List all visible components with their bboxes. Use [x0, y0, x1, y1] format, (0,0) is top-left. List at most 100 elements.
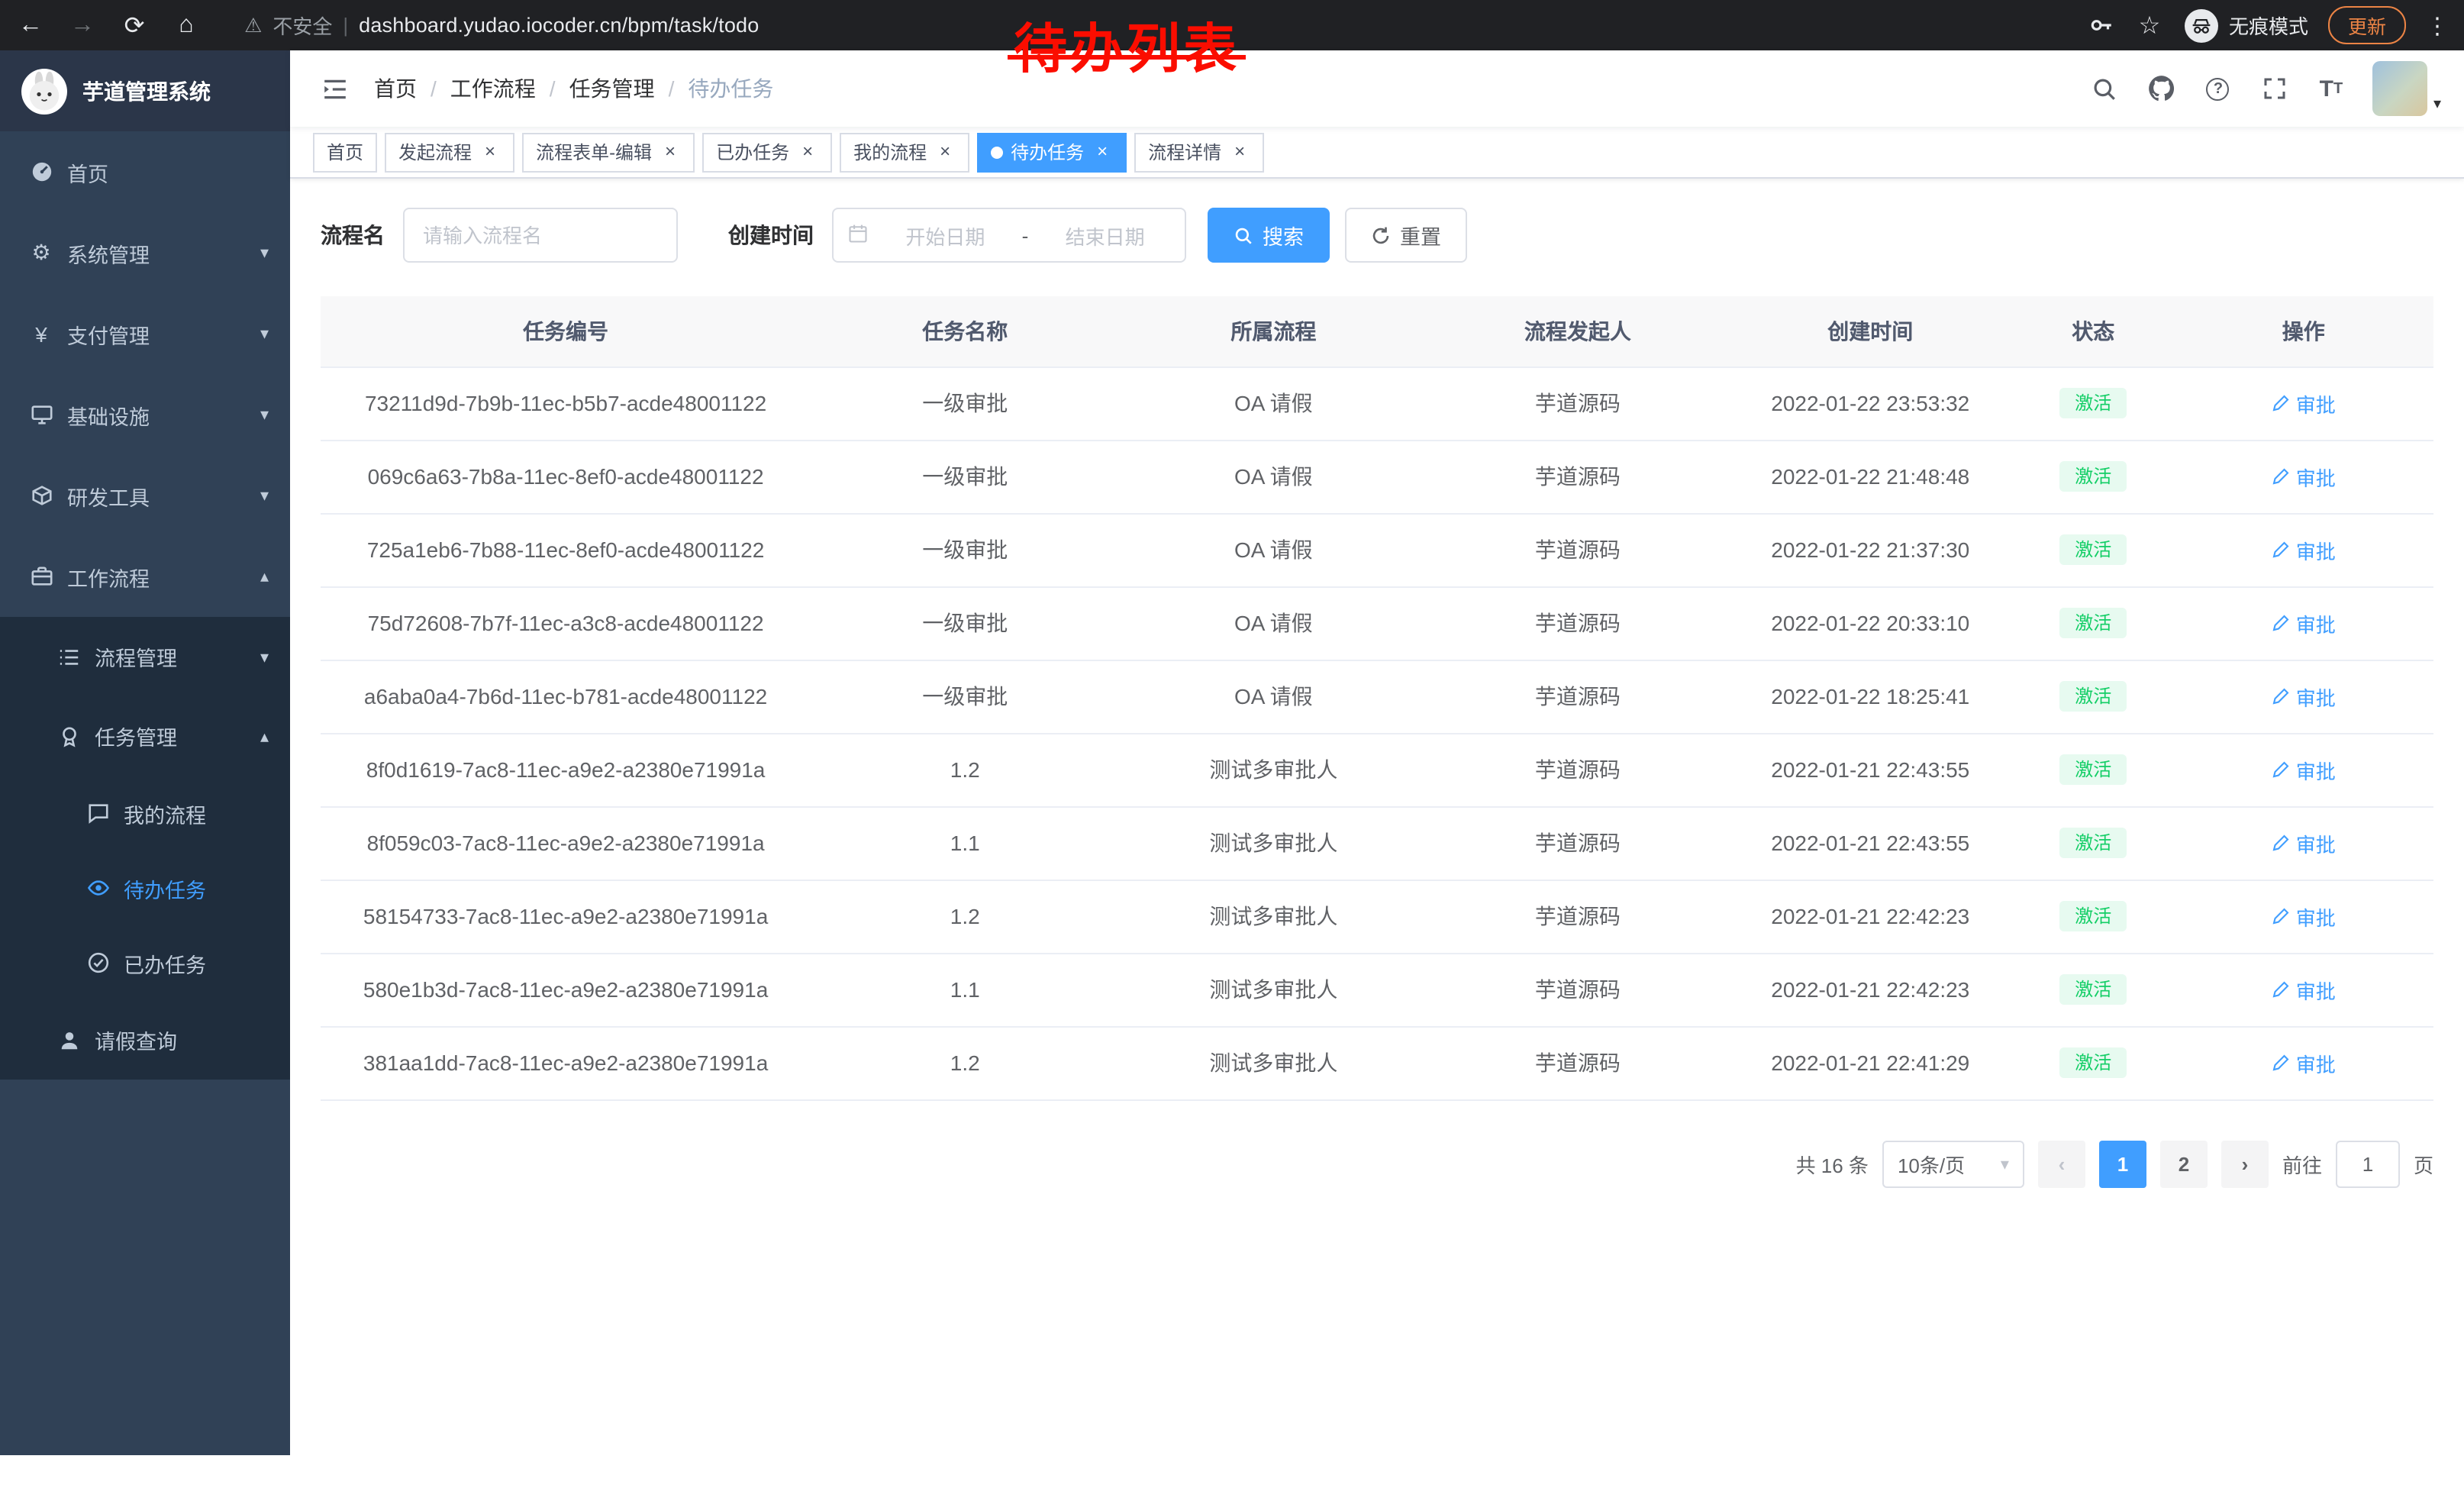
browser-refresh-icon[interactable]: ⟳	[119, 10, 150, 40]
browser-update-button[interactable]: 更新	[2328, 6, 2406, 44]
breadcrumb: 首页 / 工作流程 / 任务管理 / 待办任务	[374, 73, 773, 104]
prev-page-button[interactable]: ‹	[2038, 1140, 2085, 1187]
sidebar-item-label: 我的流程	[124, 798, 269, 828]
tab-close-icon[interactable]: ×	[1229, 141, 1250, 163]
approve-link[interactable]: 审批	[2272, 975, 2336, 1004]
sidebar-item-home[interactable]: 首页	[0, 131, 290, 212]
goto-page-input[interactable]	[2336, 1140, 2400, 1187]
page-size-select[interactable]: 10条/页 ▾	[1882, 1140, 2024, 1187]
calendar-icon	[847, 222, 869, 248]
search-button[interactable]: 搜索	[1208, 208, 1330, 263]
incognito-icon	[2185, 8, 2218, 42]
tab-close-icon[interactable]: ×	[479, 141, 501, 163]
tab-1[interactable]: 发起流程 ×	[385, 132, 514, 172]
tab-close-icon[interactable]: ×	[934, 141, 956, 163]
github-icon[interactable]	[2146, 73, 2177, 104]
browser-forward-icon[interactable]: →	[67, 11, 98, 39]
cell-created-time: 2022-01-21 22:43:55	[1727, 806, 2013, 880]
logo[interactable]: 芋道管理系统	[0, 50, 290, 131]
tab-3[interactable]: 已办任务 ×	[702, 132, 832, 172]
approve-label: 审批	[2296, 828, 2336, 857]
tab-0[interactable]: 首页	[313, 132, 377, 172]
tab-close-icon[interactable]: ×	[1092, 141, 1113, 163]
approve-link[interactable]: 审批	[2272, 902, 2336, 931]
browser-back-icon[interactable]: ←	[15, 11, 46, 39]
tab-label: 发起流程	[398, 139, 472, 165]
tab-close-icon[interactable]: ×	[797, 141, 818, 163]
sidebar-item-process-mgmt[interactable]: 流程管理 ▾	[0, 617, 290, 696]
start-date-placeholder[interactable]: 开始日期	[879, 221, 1011, 250]
cell-initiator: 芋道源码	[1427, 440, 1727, 513]
status-badge: 激活	[2059, 608, 2127, 638]
approve-link[interactable]: 审批	[2272, 755, 2336, 784]
tab-2[interactable]: 流程表单-编辑 ×	[522, 132, 695, 172]
breadcrumb-task-mgmt[interactable]: 任务管理	[569, 73, 655, 104]
approve-link[interactable]: 审批	[2272, 828, 2336, 857]
table-row: 58154733-7ac8-11ec-a9e2-a2380e71991a 1.2…	[321, 880, 2433, 953]
browser-menu-icon[interactable]: ⋮	[2426, 11, 2449, 39]
tab-6[interactable]: 流程详情 ×	[1134, 132, 1264, 172]
help-icon[interactable]: ?	[2203, 73, 2233, 104]
not-secure-warning-icon: ⚠	[244, 13, 262, 37]
sidebar-item-label: 基础设施	[67, 399, 247, 430]
cell-initiator: 芋道源码	[1427, 806, 1727, 880]
search-icon[interactable]	[2090, 73, 2121, 104]
breadcrumb-home[interactable]: 首页	[374, 73, 417, 104]
approve-link[interactable]: 审批	[2272, 682, 2336, 711]
cell-created-time: 2022-01-22 18:25:41	[1727, 660, 2013, 733]
page-button-2[interactable]: 2	[2160, 1140, 2208, 1187]
sidebar-item-my-process[interactable]: 我的流程	[0, 776, 290, 851]
date-range-picker[interactable]: 开始日期 - 结束日期	[832, 208, 1186, 263]
approve-link[interactable]: 审批	[2272, 1048, 2336, 1077]
bookmark-star-icon[interactable]: ☆	[2134, 10, 2165, 40]
end-date-placeholder[interactable]: 结束日期	[1039, 221, 1171, 250]
col-process: 所属流程	[1119, 296, 1427, 366]
tab-4[interactable]: 我的流程 ×	[840, 132, 969, 172]
cell-process-name: OA 请假	[1119, 440, 1427, 513]
eye-icon	[85, 876, 110, 900]
sidebar-item-done-tasks[interactable]: 已办任务	[0, 925, 290, 1000]
table-row: 75d72608-7b7f-11ec-a3c8-acde48001122 一级审…	[321, 586, 2433, 660]
cell-task-name: 一级审批	[811, 660, 1119, 733]
next-page-button[interactable]: ›	[2221, 1140, 2269, 1187]
sidebar-item-devtools[interactable]: 研发工具 ▾	[0, 455, 290, 536]
sidebar-item-todo-tasks[interactable]: 待办任务	[0, 851, 290, 925]
col-action: 操作	[2173, 296, 2433, 366]
approve-link[interactable]: 审批	[2272, 462, 2336, 491]
user-menu-caret-icon: ▾	[2433, 96, 2441, 116]
page-button-1[interactable]: 1	[2099, 1140, 2146, 1187]
password-key-icon[interactable]	[2088, 12, 2114, 38]
page-content: 流程名 创建时间 开始日期 - 结束日期 搜索	[290, 179, 2464, 1501]
approve-label: 审批	[2296, 1048, 2336, 1077]
approve-link[interactable]: 审批	[2272, 535, 2336, 564]
approve-link[interactable]: 审批	[2272, 389, 2336, 418]
breadcrumb-current: 待办任务	[688, 73, 773, 104]
check-circle-icon	[85, 951, 110, 975]
cell-created-time: 2022-01-22 21:48:48	[1727, 440, 2013, 513]
tab-5[interactable]: 待办任务 ×	[977, 132, 1127, 172]
cell-task-name: 1.1	[811, 806, 1119, 880]
browser-home-icon[interactable]: ⌂	[171, 11, 202, 39]
font-size-icon[interactable]: TT	[2316, 73, 2346, 104]
sidebar-item-label: 待办任务	[124, 873, 269, 903]
app-title: 芋道管理系统	[82, 76, 211, 106]
sidebar-item-payment[interactable]: ¥ 支付管理 ▾	[0, 293, 290, 374]
cell-created-time: 2022-01-21 22:43:55	[1727, 733, 2013, 806]
user-menu[interactable]: ▾	[2372, 61, 2441, 116]
sidebar-item-leave-query[interactable]: 请假查询	[0, 1000, 290, 1080]
main-area: 首页 / 工作流程 / 任务管理 / 待办任务 ?	[290, 50, 2464, 1501]
process-name-input[interactable]	[403, 208, 678, 263]
reset-button[interactable]: 重置	[1345, 208, 1467, 263]
sidebar-item-workflow[interactable]: 工作流程 ▴	[0, 536, 290, 617]
approve-link[interactable]: 审批	[2272, 608, 2336, 638]
annotation-overlay: 待办列表	[1014, 6, 1240, 84]
breadcrumb-workflow[interactable]: 工作流程	[450, 73, 536, 104]
sidebar-item-infrastructure[interactable]: 基础设施 ▾	[0, 374, 290, 455]
fullscreen-icon[interactable]	[2259, 73, 2290, 104]
sidebar-item-system[interactable]: ⚙ 系统管理 ▾	[0, 212, 290, 293]
sidebar-item-task-mgmt[interactable]: 任务管理 ▴	[0, 696, 290, 776]
status-badge: 激活	[2059, 974, 2127, 1005]
tab-close-icon[interactable]: ×	[660, 141, 681, 163]
chat-icon	[85, 801, 110, 825]
sidebar-toggle-icon[interactable]	[313, 67, 356, 110]
